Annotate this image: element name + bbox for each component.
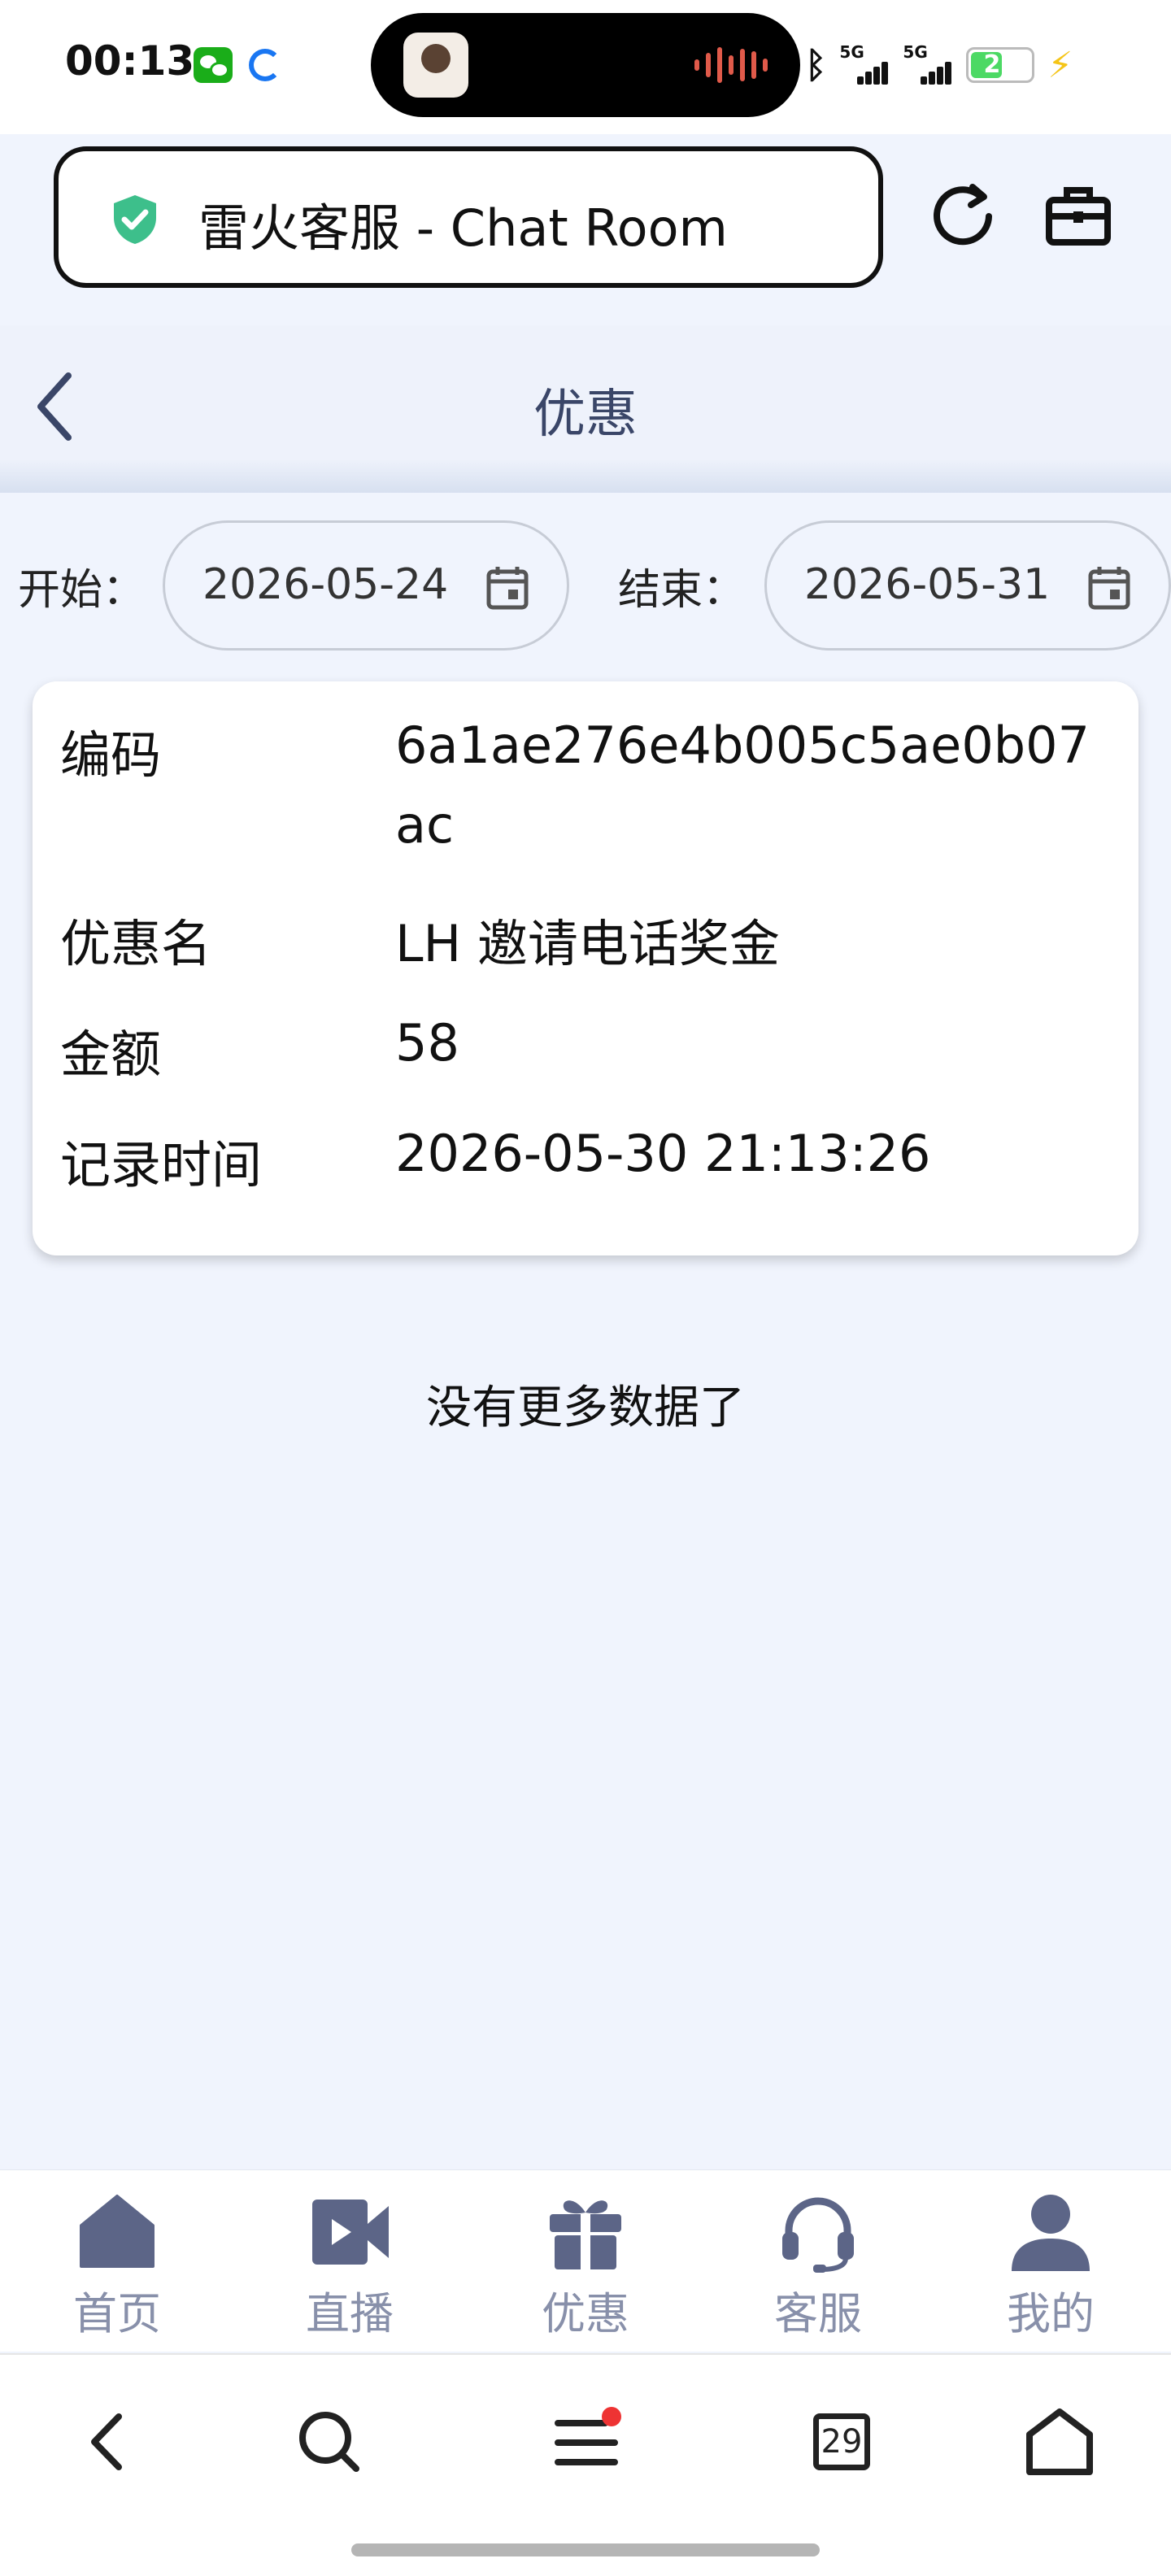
amount-value: 58 — [395, 1013, 459, 1073]
menu-icon[interactable] — [550, 2405, 623, 2478]
home-icon — [80, 2195, 155, 2268]
tab-live-label: 直播 — [306, 2288, 394, 2339]
app-notification-icon — [249, 49, 281, 81]
shield-check-icon — [114, 195, 156, 244]
page-header: 优惠 — [0, 325, 1171, 493]
promotion-record-card[interactable]: 编码 6a1ae276e4b005c5ae0b07ac 优惠名 LH 邀请电话奖… — [33, 681, 1138, 1255]
promotion-name-value: LH 邀请电话奖金 — [395, 914, 780, 973]
no-more-data-text: 没有更多数据了 — [426, 1382, 745, 1434]
address-bar[interactable]: 雷火客服 - Chat Room — [54, 146, 883, 288]
calendar-icon[interactable] — [1087, 565, 1131, 611]
tab-live[interactable]: 直播 — [276, 2191, 423, 2346]
record-time-label: 记录时间 — [60, 1135, 263, 1194]
start-date-label: 开始： — [18, 565, 146, 615]
promotion-name-label: 优惠名 — [60, 914, 212, 973]
bottom-tab-bar: 首页 直播 优惠 客服 我的 — [0, 2169, 1171, 2352]
music-cover-icon — [403, 33, 468, 98]
charging-icon: ⚡ — [1047, 44, 1073, 86]
code-label: 编码 — [60, 725, 162, 785]
audio-wave-icon — [694, 47, 768, 83]
record-time-value: 2026-05-30 21:13:26 — [395, 1124, 931, 1183]
end-date-label: 结束： — [618, 565, 746, 615]
start-date-label-wrap: 开始： — [18, 520, 145, 651]
gift-icon — [550, 2200, 621, 2269]
start-date-value: 2026-05-24 — [202, 560, 449, 609]
wechat-icon — [194, 47, 233, 83]
start-date-input[interactable]: 2026-05-24 — [163, 520, 569, 651]
browser-bottom-nav: 29 — [0, 2353, 1171, 2576]
end-date-value: 2026-05-31 — [804, 560, 1051, 609]
page-title: 优惠 — [533, 385, 638, 445]
battery-icon: 23 — [966, 47, 1035, 83]
status-time: 00:13 — [65, 37, 195, 85]
video-icon — [312, 2200, 389, 2265]
end-date-input[interactable]: 2026-05-31 — [764, 520, 1171, 651]
toolbox-icon[interactable] — [1043, 181, 1114, 252]
home-indicator[interactable] — [351, 2543, 820, 2556]
tabs-count: 29 — [813, 2413, 870, 2470]
code-value: 6a1ae276e4b005c5ae0b07ac — [395, 716, 1090, 855]
tab-profile[interactable]: 我的 — [977, 2191, 1124, 2346]
user-icon — [1012, 2195, 1090, 2271]
tab-home-label: 首页 — [73, 2288, 161, 2339]
refresh-icon[interactable] — [927, 181, 999, 252]
headset-icon — [782, 2197, 854, 2273]
dynamic-island[interactable] — [371, 13, 800, 117]
tab-customer-service[interactable]: 客服 — [745, 2191, 891, 2346]
home-icon[interactable] — [1023, 2405, 1096, 2478]
tab-promotions[interactable]: 优惠 — [512, 2191, 659, 2346]
tab-profile-label: 我的 — [1007, 2288, 1095, 2339]
signal-icon: 5G — [903, 42, 953, 88]
amount-label: 金额 — [60, 1025, 162, 1084]
bluetooth-icon: ᛒ — [805, 44, 827, 86]
tab-customer-service-label: 客服 — [774, 2288, 862, 2339]
search-icon[interactable] — [293, 2405, 366, 2478]
tab-home[interactable]: 首页 — [44, 2191, 190, 2346]
url-title: 雷火客服 - Chat Room — [198, 198, 728, 258]
calendar-icon[interactable] — [485, 565, 529, 611]
signal-icon: 5G — [839, 42, 890, 88]
tab-promotions-label: 优惠 — [542, 2288, 629, 2339]
back-icon[interactable] — [73, 2405, 146, 2478]
status-bar: 00:13 ᛒ 5G 5G 23 ⚡ — [0, 0, 1171, 134]
end-date-label-wrap: 结束： — [618, 520, 745, 651]
tabs-count-icon[interactable]: 29 — [805, 2405, 878, 2478]
